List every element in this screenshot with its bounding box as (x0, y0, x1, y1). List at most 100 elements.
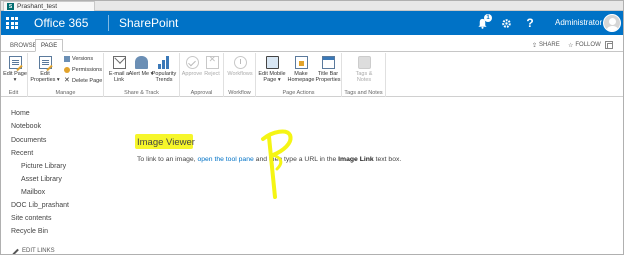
mobile-phone-icon (265, 56, 279, 69)
brand-divider (108, 15, 109, 31)
chevron-down-icon: ▾ (277, 77, 281, 83)
sharepoint-app-name[interactable]: SharePoint (119, 16, 178, 30)
nav-item-documents[interactable]: Documents (11, 137, 46, 144)
user-name: Administrator (555, 18, 603, 27)
ribbon-group-tags-notes: Tags & Notes Tags and Notes (342, 53, 386, 97)
ribbon-group-manage: Edit Properties ▾ Versions Permissions ✕… (28, 53, 104, 97)
edit-mobile-page-label: Edit Mobile Page (258, 71, 286, 83)
group-label-workflow: Workflow (228, 90, 251, 96)
delete-icon: ✕ (64, 77, 70, 84)
share-icon: ⇪ (532, 43, 538, 49)
make-homepage-button[interactable]: Make Homepage (286, 56, 316, 83)
share-label: SHARE (539, 42, 560, 48)
nav-item-asset-library[interactable]: Asset Library (21, 176, 62, 183)
office365-brand[interactable]: Office 365 (34, 16, 88, 30)
follow-label: FOLLOW (575, 42, 601, 48)
star-icon: ☆ (568, 43, 574, 49)
reject-button[interactable]: Reject (197, 56, 227, 77)
ribbon-group-edit: Edit Page ▾ Edit (0, 53, 28, 97)
notifications-button[interactable]: 1 (470, 11, 494, 35)
title-bar-icon (321, 56, 335, 69)
ribbon-tab-strip: BROWSE PAGE ⇪ SHARE ☆ FOLLOW (0, 38, 624, 52)
chevron-down-icon: ▾ (56, 77, 60, 83)
edit-page-button[interactable]: Edit Page ▾ (0, 56, 30, 83)
title-bar-properties-button[interactable]: Title Bar Properties (313, 56, 343, 83)
edit-links-label: EDIT LINKS (22, 248, 55, 254)
chevron-down-icon: ▾ (13, 77, 17, 83)
permissions-label: Permissions (72, 67, 102, 73)
permissions-button[interactable]: Permissions (64, 67, 102, 73)
user-menu-button[interactable]: Administrator ▾ (555, 18, 608, 27)
workflows-button[interactable]: Workflows (225, 56, 255, 77)
nav-item-recycle-bin[interactable]: Recycle Bin (11, 228, 48, 235)
avatar-head-shape (609, 18, 616, 25)
nav-item-recent[interactable]: Recent (11, 150, 33, 157)
nav-item-notebook[interactable]: Notebook (11, 123, 41, 130)
tab-page[interactable]: PAGE (35, 39, 64, 52)
instructions-text-start: To link to an image, (137, 156, 198, 163)
edit-page-icon (8, 56, 22, 69)
bar-chart-icon (157, 56, 171, 69)
nav-item-picture-library[interactable]: Picture Library (21, 163, 66, 170)
make-homepage-label: Make Homepage (287, 71, 315, 83)
gear-icon (501, 18, 511, 28)
edit-properties-button[interactable]: Edit Properties ▾ (30, 56, 60, 83)
webpart-title: Image Viewer (137, 137, 195, 148)
share-button[interactable]: ⇪ SHARE (532, 42, 560, 49)
browser-tab-title: Prashant_test (17, 3, 58, 10)
open-tool-pane-link[interactable]: open the tool pane (197, 156, 253, 163)
edit-mobile-page-button[interactable]: Edit Mobile Page ▾ (257, 56, 287, 83)
popularity-trends-label: Popularity Trends (151, 71, 177, 83)
popularity-trends-button[interactable]: Popularity Trends (149, 56, 179, 83)
nav-item-doc-lib[interactable]: DOC Lib_prashant (11, 202, 69, 209)
versions-label: Versions (72, 56, 94, 62)
permissions-icon (64, 67, 70, 73)
sharepoint-favicon-icon: S (7, 3, 14, 10)
title-bar-properties-label: Title Bar Properties (315, 71, 341, 83)
reject-x-icon (205, 56, 219, 69)
suite-bar: Office 365 SharePoint 1 ? Administrator … (0, 11, 624, 35)
ribbon-group-approval: Approve Reject Approval (180, 53, 224, 97)
ribbon: Edit Page ▾ Edit Edit Properties ▾ Versi… (0, 53, 624, 97)
instructions-text-end: text box. (373, 156, 402, 163)
versions-icon (64, 56, 70, 62)
group-label-approval: Approval (190, 90, 213, 96)
notification-badge: 1 (484, 14, 492, 22)
edit-properties-label: Edit Properties (30, 71, 56, 83)
ribbon-group-page-actions: Edit Mobile Page ▾ Make Homepage Title B… (256, 53, 342, 97)
group-label-edit: Edit (8, 90, 19, 96)
browser-tab-bar: S Prashant_test (0, 0, 624, 11)
tags-notes-button[interactable]: Tags & Notes (349, 56, 379, 83)
edit-links-button[interactable]: EDIT LINKS (12, 248, 55, 255)
waffle-icon (6, 17, 18, 29)
delete-page-button[interactable]: ✕ Delete Page (64, 77, 103, 84)
follow-button[interactable]: ☆ FOLLOW (568, 42, 601, 49)
reject-label: Reject (204, 71, 220, 77)
nav-item-site-contents[interactable]: Site contents (11, 215, 51, 222)
workflow-icon (233, 56, 247, 69)
versions-button[interactable]: Versions (64, 56, 93, 62)
avatar-body-shape (606, 26, 619, 31)
delete-page-label: Delete Page (72, 78, 103, 84)
workflows-label: Workflows (227, 71, 253, 77)
settings-button[interactable] (494, 11, 518, 35)
alert-bell-icon (134, 56, 148, 69)
nav-item-home[interactable]: Home (11, 110, 30, 117)
pencil-icon (12, 248, 19, 255)
group-label-page-actions: Page Actions (282, 90, 315, 96)
ribbon-group-share-track: E-mail a Link Alert Me ▾ Popularity Tren… (104, 53, 180, 97)
help-button[interactable]: ? (518, 11, 542, 35)
edit-properties-icon (38, 56, 52, 69)
app-launcher-button[interactable] (0, 11, 24, 35)
homepage-icon (294, 56, 308, 69)
avatar[interactable] (603, 14, 621, 32)
mail-icon (112, 56, 126, 69)
tags-notes-label: Tags & Notes (355, 71, 373, 83)
group-label-tags-notes: Tags and Notes (344, 90, 383, 96)
browser-tab[interactable]: S Prashant_test (3, 1, 95, 11)
tag-icon (357, 56, 371, 69)
focus-on-content-icon[interactable] (605, 41, 613, 49)
ribbon-group-workflow: Workflows Workflow (224, 53, 256, 97)
group-label-share-track: Share & Track (124, 90, 159, 96)
nav-item-mailbox[interactable]: Mailbox (21, 189, 45, 196)
